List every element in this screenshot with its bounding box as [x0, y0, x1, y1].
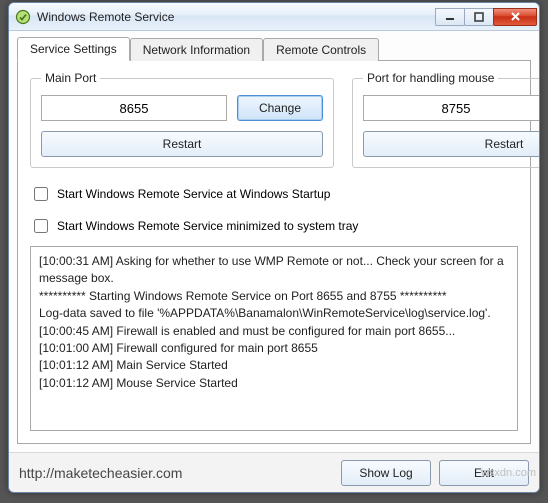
tray-label: Start Windows Remote Service minimized t…	[57, 219, 358, 233]
watermark: wsxdn.com	[481, 467, 536, 479]
content-area: Service Settings Network Information Rem…	[9, 31, 539, 452]
window-buttons	[436, 8, 537, 26]
close-button[interactable]	[493, 8, 537, 26]
show-log-button[interactable]: Show Log	[341, 460, 431, 486]
main-port-group: Main Port Change Restart	[30, 71, 334, 168]
mouse-port-legend: Port for handling mouse	[363, 71, 498, 85]
window-title: Windows Remote Service	[37, 10, 436, 24]
minimize-button[interactable]	[435, 8, 465, 26]
startup-option[interactable]: Start Windows Remote Service at Windows …	[30, 184, 518, 204]
main-port-input[interactable]	[41, 95, 227, 121]
app-icon	[15, 9, 31, 25]
footer-url: http://maketecheasier.com	[19, 465, 333, 481]
main-port-change-button[interactable]: Change	[237, 95, 323, 121]
tab-network-information[interactable]: Network Information	[130, 38, 263, 61]
startup-label: Start Windows Remote Service at Windows …	[57, 187, 330, 201]
app-window: Windows Remote Service Service Settings …	[8, 2, 540, 493]
log-textbox[interactable]: [10:00:31 AM] Asking for whether to use …	[30, 246, 518, 431]
tab-body: Main Port Change Restart Port for handli…	[17, 60, 531, 444]
tray-checkbox[interactable]	[34, 219, 48, 233]
startup-checkbox[interactable]	[34, 187, 48, 201]
maximize-button[interactable]	[464, 8, 494, 26]
ports-row: Main Port Change Restart Port for handli…	[30, 71, 518, 168]
tab-service-settings[interactable]: Service Settings	[17, 37, 130, 61]
tab-remote-controls[interactable]: Remote Controls	[263, 38, 379, 61]
main-port-restart-button[interactable]: Restart	[41, 131, 323, 157]
titlebar[interactable]: Windows Remote Service	[9, 3, 539, 31]
bottom-bar: http://maketecheasier.com Show Log Exit	[9, 452, 539, 492]
mouse-port-restart-button[interactable]: Restart	[363, 131, 540, 157]
main-port-legend: Main Port	[41, 71, 100, 85]
mouse-port-input[interactable]	[363, 95, 540, 121]
tabstrip: Service Settings Network Information Rem…	[17, 37, 531, 61]
mouse-port-group: Port for handling mouse Change Restart	[352, 71, 540, 168]
tray-option[interactable]: Start Windows Remote Service minimized t…	[30, 216, 518, 236]
